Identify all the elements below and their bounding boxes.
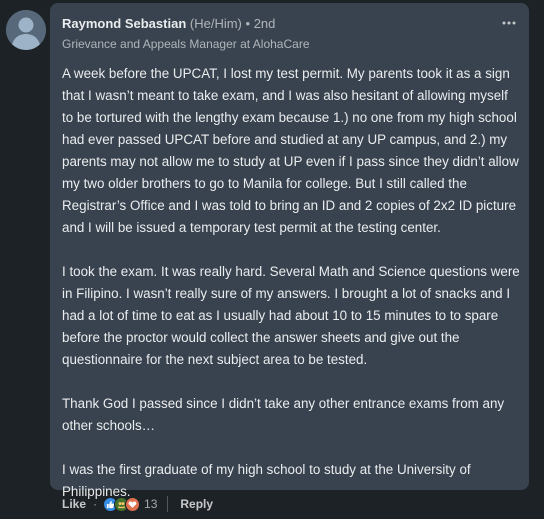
- more-options-button[interactable]: [497, 12, 521, 34]
- connection-degree: 2nd: [253, 16, 276, 31]
- actions-divider: [167, 496, 169, 512]
- author-name[interactable]: Raymond Sebastian: [62, 16, 186, 31]
- ellipsis-horizontal-icon: [502, 21, 516, 25]
- comment-paragraph: I took the exam. It was really hard. Sev…: [62, 264, 520, 367]
- love-reaction-icon: [125, 496, 141, 512]
- person-silhouette-icon: [6, 10, 46, 50]
- like-button[interactable]: Like: [62, 497, 86, 511]
- comment-bubble: Raymond Sebastian (He/Him) • 2nd Grievan…: [50, 3, 529, 499]
- reactions-summary[interactable]: 13: [103, 496, 158, 512]
- comment-body: A week before the UPCAT, I lost my test …: [62, 63, 520, 503]
- reply-button[interactable]: Reply: [180, 497, 213, 511]
- comment-thread: Raymond Sebastian (He/Him) • 2nd Grievan…: [0, 0, 544, 519]
- author-headline: Grievance and Appeals Manager at AlohaCa…: [62, 37, 310, 51]
- action-separator: ·: [93, 497, 98, 511]
- degree-separator: •: [245, 16, 251, 31]
- avatar[interactable]: [6, 10, 46, 50]
- comment-actions: Like · 13 Reply: [62, 494, 213, 514]
- author-pronouns: (He/Him): [189, 16, 242, 31]
- author-line: Raymond Sebastian (He/Him) • 2nd: [62, 15, 275, 33]
- comment-paragraph: Thank God I passed since I didn’t take a…: [62, 396, 505, 433]
- reaction-count: 13: [144, 497, 158, 511]
- comment-paragraph: A week before the UPCAT, I lost my test …: [62, 66, 519, 235]
